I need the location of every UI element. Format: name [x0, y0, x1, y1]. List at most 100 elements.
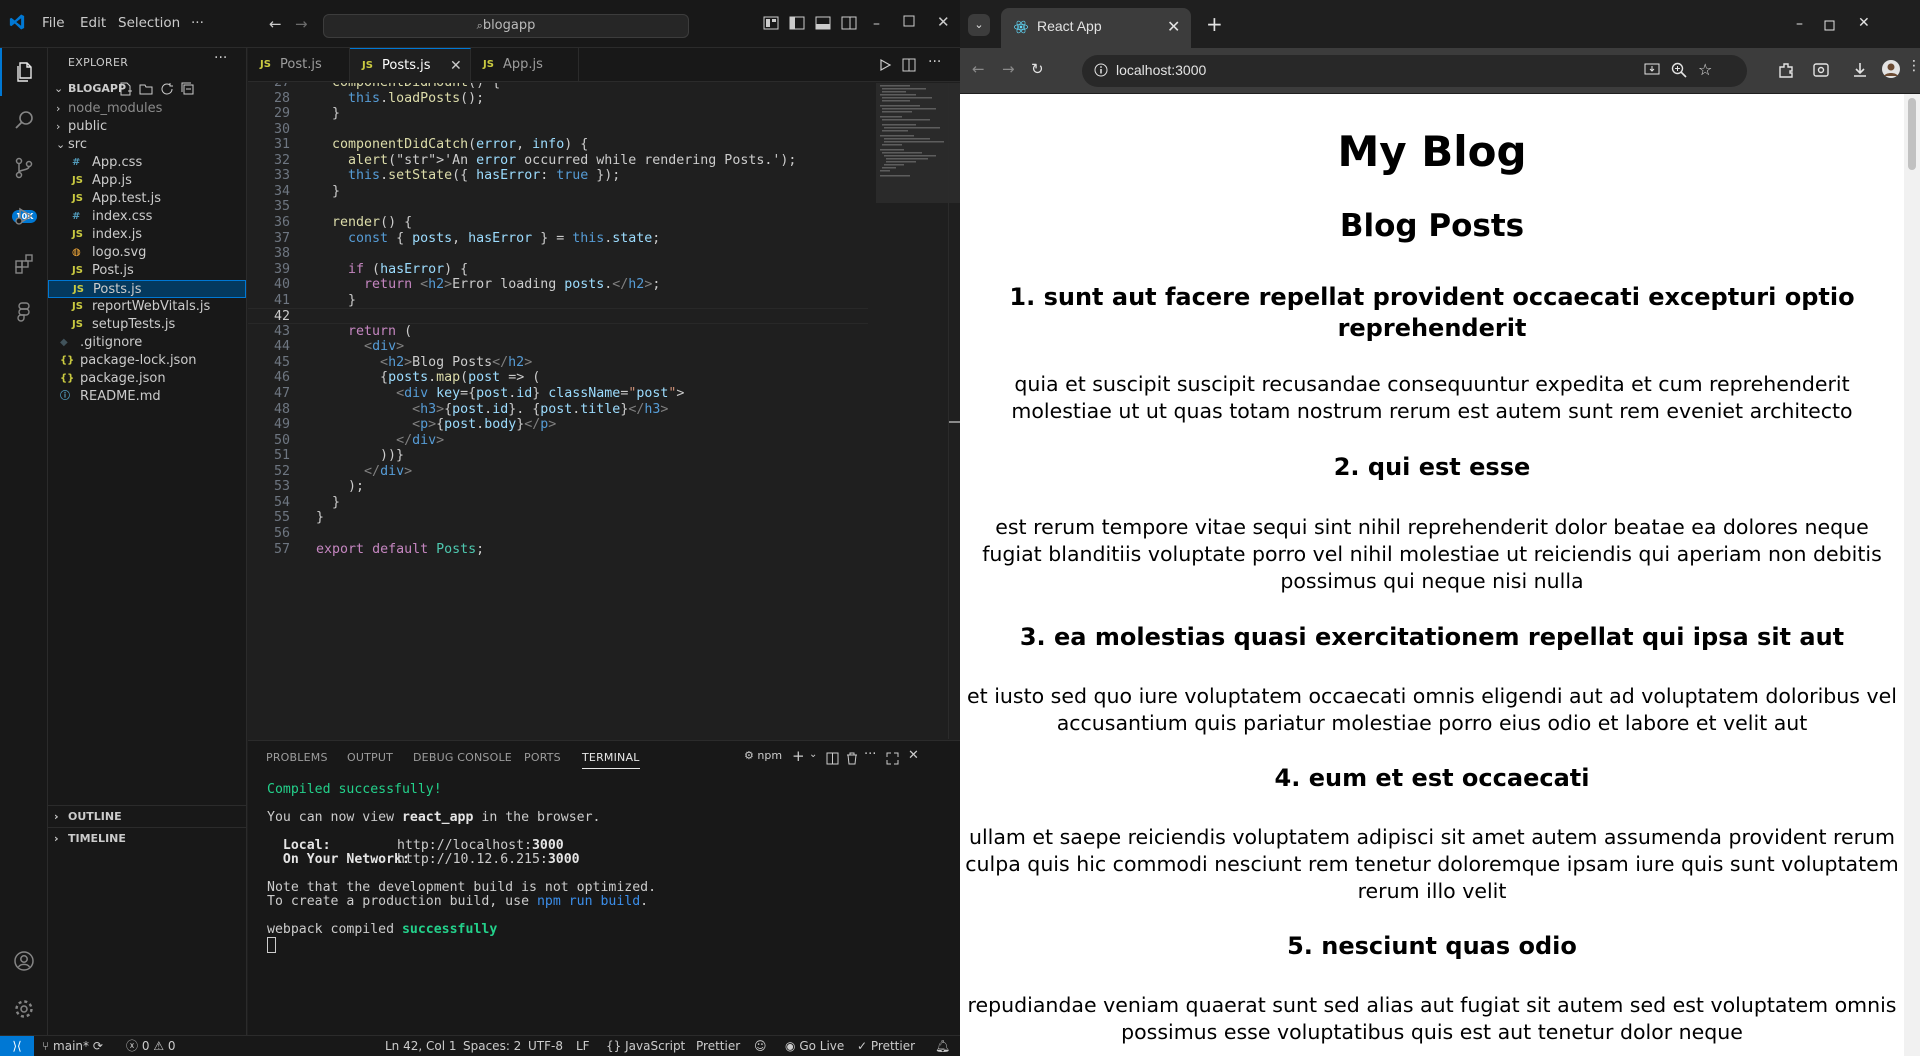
code-line[interactable]: 30	[248, 122, 868, 138]
code-line[interactable]: 35	[248, 199, 868, 215]
tree-item-logo-svg[interactable]: ◍ logo.svg	[48, 244, 246, 262]
tree-item-reportwebvitals-js[interactable]: JS reportWebVitals.js	[48, 298, 246, 316]
code-line[interactable]: 51 ))}	[248, 448, 868, 464]
code-line[interactable]: 38	[248, 246, 868, 262]
minimize-icon[interactable]: –	[1796, 16, 1803, 32]
accounts-icon[interactable]	[0, 937, 48, 985]
panel-more-icon[interactable]: ···	[864, 747, 876, 762]
close-window-icon[interactable]: ✕	[1858, 15, 1870, 31]
tab-post-js[interactable]: JS Post.js	[248, 48, 350, 82]
new-terminal-icon[interactable]: +	[792, 747, 805, 765]
close-window-icon[interactable]: ✕	[937, 13, 950, 31]
source-control-icon[interactable]	[0, 144, 48, 192]
code-line[interactable]: 48 <h3>{post.id}. {post.title}</h3>	[248, 402, 868, 418]
extensions-icon[interactable]	[0, 240, 48, 288]
maximize-icon[interactable]	[1824, 20, 1835, 31]
code-line[interactable]: 27 componentDidMount() {	[248, 83, 868, 91]
code-line[interactable]: 54 }	[248, 495, 868, 511]
new-folder-icon[interactable]	[139, 82, 153, 96]
collapse-all-icon[interactable]	[181, 82, 195, 96]
indentation[interactable]: Spaces: 2	[463, 1036, 521, 1056]
minimize-icon[interactable]: –	[873, 16, 880, 32]
tab-ports[interactable]: PORTS	[524, 751, 561, 764]
tab-search-icon[interactable]: ⌄	[968, 14, 990, 36]
settings-gear-icon[interactable]	[0, 985, 48, 1033]
go-live-button[interactable]: ◉ Go Live	[785, 1036, 844, 1056]
tab-terminal[interactable]: TERMINAL	[582, 751, 640, 769]
tree-item-readme-md[interactable]: ⓘ README.md	[48, 388, 246, 406]
copilot-icon[interactable]: ☺	[754, 1036, 767, 1056]
tree-item-index-css[interactable]: # index.css	[48, 208, 246, 226]
back-icon[interactable]: ←	[972, 60, 985, 78]
menu-edit[interactable]: Edit	[80, 15, 106, 31]
line-ending[interactable]: LF	[576, 1036, 590, 1056]
command-center-search[interactable]: ⌕blogapp	[323, 14, 689, 38]
tree-item-posts-js[interactable]: JS Posts.js	[48, 280, 246, 298]
close-tab-icon[interactable]: ✕	[1167, 17, 1180, 36]
new-file-icon[interactable]	[118, 82, 132, 96]
code-line[interactable]: 53 );	[248, 479, 868, 495]
close-panel-icon[interactable]: ✕	[908, 748, 919, 763]
tree-item-setuptests-js[interactable]: JS setupTests.js	[48, 316, 246, 334]
nav-back-icon[interactable]: ←	[269, 15, 282, 33]
new-tab-icon[interactable]: +	[1206, 12, 1223, 36]
code-line[interactable]: 34 }	[248, 184, 868, 200]
tab-app-js[interactable]: JS App.js	[471, 48, 579, 82]
tree-item-node-modules[interactable]: › node_modules	[48, 100, 246, 118]
figma-icon[interactable]	[0, 288, 48, 336]
tab-debug-console[interactable]: DEBUG CONSOLE	[413, 751, 512, 764]
refresh-icon[interactable]	[160, 82, 174, 96]
code-line[interactable]: 45 <h2>Blog Posts</h2>	[248, 355, 868, 371]
tree-item-post-js[interactable]: JS Post.js	[48, 262, 246, 280]
profile-avatar[interactable]	[1881, 59, 1901, 79]
layout-customize-icon[interactable]	[763, 16, 779, 30]
extensions-icon[interactable]	[1777, 61, 1795, 79]
split-editor-icon[interactable]	[902, 58, 916, 72]
code-line[interactable]: 47 <div key={post.id} className="post">	[248, 386, 868, 402]
browser-tab-react-app[interactable]: React App ✕	[1001, 8, 1191, 48]
chrome-menu-icon[interactable]: ⋮	[1907, 58, 1920, 74]
reload-icon[interactable]: ↻	[1031, 60, 1044, 78]
tree-item-package-json[interactable]: {} package.json	[48, 370, 246, 388]
menu-more[interactable]: ···	[191, 15, 204, 31]
branch-indicator[interactable]: ⑂ main* ⟳	[42, 1036, 103, 1056]
site-info-icon[interactable]	[1094, 63, 1108, 77]
outline-section[interactable]: › OUTLINE	[48, 805, 246, 827]
code-line[interactable]: 40 return <h2>Error loading posts.</h2>;	[248, 277, 868, 293]
run-file-icon[interactable]	[878, 58, 892, 72]
tree-item-app-css[interactable]: # App.css	[48, 154, 246, 172]
toggle-sidebar-icon[interactable]	[789, 16, 805, 30]
media-icon[interactable]	[1812, 61, 1830, 79]
tree-item-package-lock-json[interactable]: {} package-lock.json	[48, 352, 246, 370]
nav-forward-icon[interactable]: →	[295, 15, 308, 33]
tab-posts-js[interactable]: JS Posts.js ✕	[350, 48, 471, 83]
problems-indicator[interactable]: ⓧ 0 ⚠ 0	[126, 1036, 176, 1056]
tree-item-src[interactable]: ⌄ src	[48, 136, 246, 154]
tree-item--gitignore[interactable]: ◆ .gitignore	[48, 334, 246, 352]
tree-item-app-js[interactable]: JS App.js	[48, 172, 246, 190]
install-app-icon[interactable]	[1644, 63, 1660, 77]
bookmark-star-icon[interactable]: ☆	[1698, 60, 1712, 79]
code-line[interactable]: 29 }	[248, 106, 868, 122]
code-line[interactable]: 46 {posts.map(post => (	[248, 370, 868, 386]
code-line[interactable]: 36 render() {	[248, 215, 868, 231]
scrollbar-thumb[interactable]	[1908, 98, 1916, 170]
tree-item-index-js[interactable]: JS index.js	[48, 226, 246, 244]
toggle-secondary-sidebar-icon[interactable]	[841, 16, 857, 30]
tree-item-public[interactable]: › public	[48, 118, 246, 136]
code-line[interactable]: 43 return (	[248, 324, 868, 340]
project-folder-header[interactable]: ⌄ BLOGAPP	[48, 78, 246, 100]
encoding[interactable]: UTF-8	[528, 1036, 563, 1056]
page-scrollbar[interactable]	[1904, 94, 1920, 1056]
maximize-panel-icon[interactable]	[886, 752, 899, 765]
address-bar[interactable]: localhost:3000 ☆	[1082, 55, 1747, 87]
forward-icon[interactable]: →	[1002, 60, 1015, 78]
code-editor[interactable]: 27 componentDidMount() {28 this.loadPost…	[248, 83, 868, 739]
zoom-icon[interactable]	[1671, 62, 1687, 78]
terminal-selector[interactable]: ⚙ npm	[744, 749, 782, 762]
editor-scrollbar[interactable]	[948, 83, 961, 739]
menu-selection[interactable]: Selection	[118, 15, 180, 31]
timeline-section[interactable]: › TIMELINE	[48, 827, 246, 849]
code-line[interactable]: 56	[248, 526, 868, 542]
maximize-icon[interactable]	[903, 15, 915, 27]
